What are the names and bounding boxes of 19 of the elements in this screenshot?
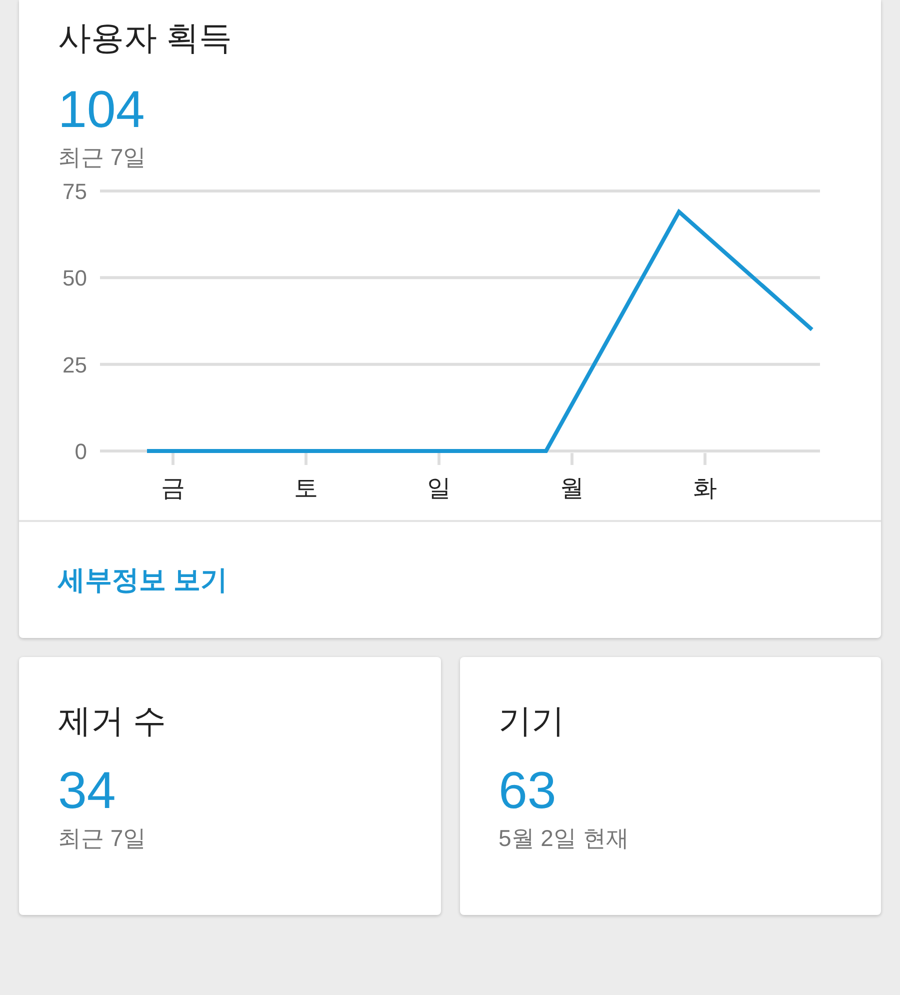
metric-value: 34: [58, 761, 116, 821]
y-tick-label: 0: [74, 439, 87, 464]
metric-caption: 최근 7일: [58, 824, 146, 853]
card-title: 기기: [498, 701, 564, 741]
x-tick-label: 월: [560, 475, 584, 502]
metric-value: 104: [58, 80, 145, 140]
x-tick-label: 화: [693, 475, 717, 502]
y-tick-label: 50: [62, 266, 87, 291]
details-link[interactable]: 세부정보 보기: [58, 560, 228, 600]
period-caption: 최근 7일: [58, 143, 146, 172]
metric-value: 63: [498, 761, 556, 821]
y-tick-label: 75: [62, 179, 87, 204]
card-title: 제거 수: [58, 701, 166, 741]
x-tick-label: 일: [427, 475, 451, 502]
x-tick-label: 토: [294, 475, 318, 502]
metric-caption: 5월 2일 현재: [498, 824, 629, 853]
x-tick-label: 금: [161, 475, 185, 502]
card-title: 사용자 획득: [58, 18, 232, 58]
y-tick-label: 25: [62, 352, 87, 378]
